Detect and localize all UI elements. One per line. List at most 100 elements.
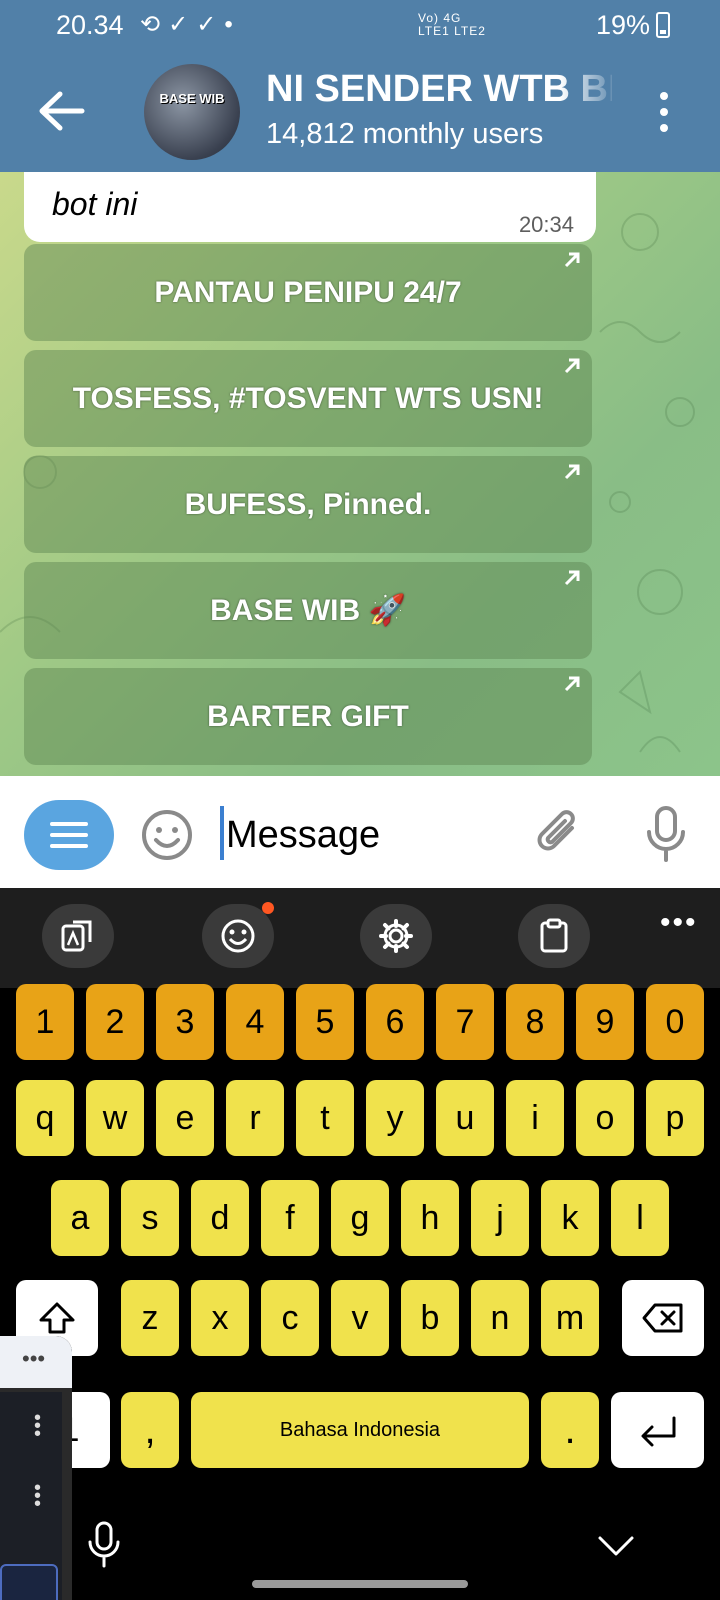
network-indicator: Vo) 4G LTE1 LTE2 <box>418 12 486 38</box>
key-z[interactable]: z <box>121 1280 179 1356</box>
avatar[interactable]: BASE WIB <box>144 64 240 160</box>
key-8[interactable]: 8 <box>506 984 564 1060</box>
key-n[interactable]: n <box>471 1280 529 1356</box>
back-arrow-icon <box>39 91 85 131</box>
key-d[interactable]: d <box>191 1180 249 1256</box>
key-f[interactable]: f <box>261 1180 319 1256</box>
key-g[interactable]: g <box>331 1180 389 1256</box>
more-vertical-icon <box>660 92 668 132</box>
inline-button-label: PANTAU PENIPU 24/7 <box>154 275 462 309</box>
message-input[interactable] <box>226 810 506 860</box>
panel-top-bar: ••• <box>0 1336 72 1388</box>
inline-button-base-wib[interactable]: BASE WIB 🚀 <box>24 562 592 659</box>
key-q[interactable]: q <box>16 1080 74 1156</box>
voice-record-button[interactable] <box>644 804 688 864</box>
key-9[interactable]: 9 <box>576 984 634 1060</box>
key-4[interactable]: 4 <box>226 984 284 1060</box>
settings-tool-button[interactable] <box>360 904 432 968</box>
back-button[interactable] <box>36 88 86 134</box>
panel-thumbnail <box>0 1564 58 1600</box>
key-2[interactable]: 2 <box>86 984 144 1060</box>
chat-area[interactable]: bot ini 20:34 PANTAU PENIPU 24/7 TOSFESS… <box>0 172 720 776</box>
key-j[interactable]: j <box>471 1180 529 1256</box>
more-vertical-icon[interactable]: • • • <box>34 1478 41 1514</box>
chat-header: 20.34 ⟲✓✓• Vo) 4G LTE1 LTE2 19% BASE WIB… <box>0 0 720 172</box>
key-m[interactable]: m <box>541 1280 599 1356</box>
key-a[interactable]: a <box>51 1180 109 1256</box>
soft-keyboard: ••• 1 2 3 4 5 6 7 8 9 0 q w e r t y u i … <box>0 888 720 1600</box>
attach-button[interactable] <box>532 806 586 862</box>
key-r[interactable]: r <box>226 1080 284 1156</box>
key-k[interactable]: k <box>541 1180 599 1256</box>
avatar-text: BASE WIB <box>159 91 225 106</box>
key-0[interactable]: 0 <box>646 984 704 1060</box>
inline-button-tosfess[interactable]: TOSFESS, #TOSVENT WTS USN! <box>24 350 592 447</box>
key-o[interactable]: o <box>576 1080 634 1156</box>
message-bubble[interactable]: bot ini 20:34 <box>24 172 596 242</box>
chevron-down-icon <box>598 1536 634 1556</box>
key-5[interactable]: 5 <box>296 984 354 1060</box>
emoji-tool-button[interactable] <box>202 902 274 968</box>
key-b[interactable]: b <box>401 1280 459 1356</box>
key-v[interactable]: v <box>331 1280 389 1356</box>
gear-icon <box>379 919 413 953</box>
more-horizontal-icon[interactable]: ••• <box>660 908 696 938</box>
key-l[interactable]: l <box>611 1180 669 1256</box>
smiley-icon <box>142 810 192 860</box>
clipboard-icon <box>540 918 568 953</box>
status-bar: 20.34 ⟲✓✓• Vo) 4G LTE1 LTE2 19% <box>0 0 720 52</box>
comma-key[interactable]: , <box>121 1392 179 1468</box>
key-1[interactable]: 1 <box>16 984 74 1060</box>
key-i[interactable]: i <box>506 1080 564 1156</box>
keyboard-toolbar: ••• <box>0 888 720 988</box>
translate-tool-button[interactable] <box>42 904 114 968</box>
key-u[interactable]: u <box>436 1080 494 1156</box>
shift-arrow-icon <box>39 1302 75 1334</box>
chat-subtitle: 14,812 monthly users <box>266 118 544 150</box>
key-c[interactable]: c <box>261 1280 319 1356</box>
translate-icon <box>61 920 92 952</box>
message-text: bot ini <box>52 186 138 222</box>
inline-button-pantau-penipu[interactable]: PANTAU PENIPU 24/7 <box>24 244 592 341</box>
key-t[interactable]: t <box>296 1080 354 1156</box>
external-link-arrow-icon <box>564 570 580 586</box>
navigation-handle[interactable] <box>252 1580 468 1588</box>
external-link-arrow-icon <box>564 676 580 692</box>
inline-button-barter-gift[interactable]: BARTER GIFT <box>24 668 592 765</box>
key-y[interactable]: y <box>366 1080 424 1156</box>
key-7[interactable]: 7 <box>436 984 494 1060</box>
network-line-2: LTE1 LTE2 <box>418 24 486 38</box>
hide-keyboard-button[interactable] <box>596 1530 636 1560</box>
menu-lines-icon <box>50 822 88 848</box>
title-fade <box>560 64 620 114</box>
more-horizontal-icon[interactable]: ••• <box>22 1346 45 1372</box>
key-p[interactable]: p <box>646 1080 704 1156</box>
key-h[interactable]: h <box>401 1180 459 1256</box>
battery-icon <box>656 12 670 38</box>
inline-button-bufess[interactable]: BUFESS, Pinned. <box>24 456 592 553</box>
status-time: 20.34 <box>56 10 124 40</box>
clipboard-tool-button[interactable] <box>518 904 590 968</box>
voice-input-button[interactable] <box>86 1520 122 1570</box>
microphone-icon <box>88 1521 120 1568</box>
notification-dot <box>262 902 274 914</box>
space-key[interactable]: Bahasa Indonesia <box>191 1392 529 1468</box>
more-vertical-icon[interactable]: • • • <box>34 1408 41 1444</box>
notification-icons: ⟲✓✓• <box>140 11 241 38</box>
floating-app-panel[interactable]: ••• • • • • • • <box>0 1336 72 1600</box>
inline-button-label: BUFESS, Pinned. <box>184 487 432 521</box>
paperclip-icon <box>537 810 575 851</box>
key-w[interactable]: w <box>86 1080 144 1156</box>
key-3[interactable]: 3 <box>156 984 214 1060</box>
period-key[interactable]: . <box>541 1392 599 1468</box>
inline-button-label: BASE WIB 🚀 <box>210 594 406 627</box>
bot-menu-button[interactable] <box>24 800 114 870</box>
key-s[interactable]: s <box>121 1180 179 1256</box>
key-e[interactable]: e <box>156 1080 214 1156</box>
enter-key[interactable] <box>611 1392 704 1468</box>
more-menu-button[interactable] <box>652 90 676 134</box>
backspace-key[interactable] <box>622 1280 704 1356</box>
emoji-button[interactable] <box>140 808 194 862</box>
key-x[interactable]: x <box>191 1280 249 1356</box>
key-6[interactable]: 6 <box>366 984 424 1060</box>
